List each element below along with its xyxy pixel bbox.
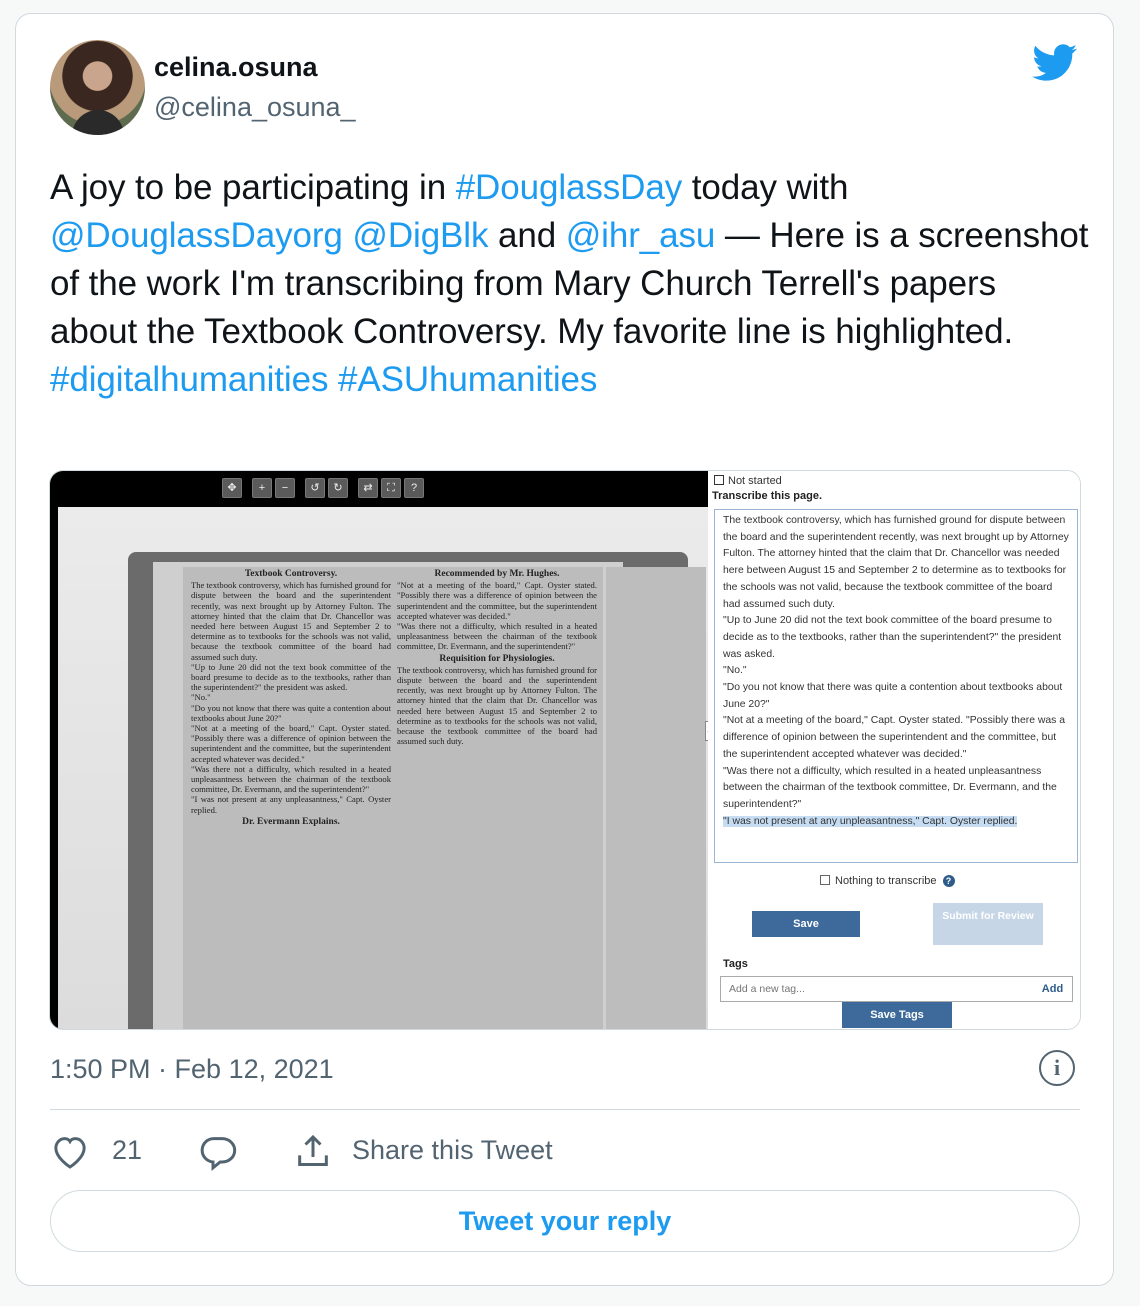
clipping-heading: Dr. Evermann Explains.	[242, 816, 340, 827]
tweet-text-segment: today with	[682, 168, 849, 207]
help-icon[interactable]: ?	[404, 478, 424, 498]
divider	[50, 1109, 1080, 1110]
transcript-paragraph: "Was there not a difficulty, which resul…	[723, 765, 1057, 810]
clipping-heading: Requisition for Physiologies.	[439, 653, 555, 664]
clipping-heading: Recommended by Mr. Hughes.	[434, 569, 560, 579]
save-tags-button[interactable]: Save Tags	[842, 1002, 952, 1028]
avatar[interactable]	[50, 40, 145, 135]
hashtag-link[interactable]: #digitalhumanities	[50, 360, 328, 399]
newspaper-scan: Textbook Controversy. The textbook contr…	[58, 507, 708, 1029]
edit-icon	[714, 475, 724, 485]
submit-for-review-button[interactable]: Submit for Review	[933, 903, 1043, 945]
status-text: Not started	[728, 475, 782, 487]
clipping-text: "No."	[191, 692, 211, 703]
add-tag-button[interactable]: Add	[1033, 976, 1073, 1002]
clipping-text: The textbook controversy, which has furn…	[191, 580, 391, 662]
share-tweet-label[interactable]: Share this Tweet	[352, 1135, 553, 1166]
clipping-text: "Was there not a difficulty, which resul…	[191, 763, 391, 795]
clipping-text: "Not at a meeting of the board," Capt. O…	[397, 580, 597, 621]
nothing-to-transcribe-checkbox[interactable]: Nothing to transcribe?	[820, 875, 955, 887]
transcript-paragraph: The textbook controversy, which has furn…	[723, 515, 1069, 610]
mention-link[interactable]: @ihr_asu	[566, 216, 716, 255]
mention-link[interactable]: @DigBlk	[352, 216, 488, 255]
tweet-media-screenshot[interactable]: ✥ + − ↺ ↻ ⇄ ⛶? Textbook Controversy. The textb…	[49, 470, 1081, 1030]
twitter-bird-icon[interactable]	[1032, 44, 1078, 82]
fullscreen-icon[interactable]: ⛶	[381, 478, 401, 498]
newspaper-clipping: Textbook Controversy. The textbook contr…	[183, 567, 603, 1029]
hashtag-link[interactable]: #ASUhumanities	[338, 360, 597, 399]
clipping-text: "Up to June 20 did not the text book com…	[191, 661, 391, 693]
reply-bubble-icon[interactable]	[198, 1132, 238, 1172]
instruction-label: Transcribe this page.	[712, 490, 823, 502]
tweet-text-segment: and	[488, 216, 566, 255]
tweet-card: celina.osuna @celina_osuna_ A joy to be …	[15, 13, 1114, 1286]
zoom-out-icon[interactable]: −	[275, 478, 295, 498]
transcript-highlighted-line: "I was not present at any unpleasantness…	[723, 815, 1018, 827]
tag-input[interactable]	[720, 976, 1034, 1002]
clipping-text: "Was there not a difficulty, which resul…	[397, 621, 597, 652]
zoom-in-icon[interactable]: +	[252, 478, 272, 498]
clipping-heading: Textbook Controversy.	[244, 569, 338, 579]
transcript-paragraph: "Not at a meeting of the board," Capt. O…	[723, 715, 1066, 760]
share-icon[interactable]	[293, 1132, 333, 1172]
viewer-toolbar: ✥ + − ↺ ↻ ⇄ ⛶?	[222, 478, 424, 500]
rotate-left-icon[interactable]: ↺	[305, 478, 325, 498]
flip-icon[interactable]: ⇄	[358, 478, 378, 498]
clipping-text: "I was not present at any unpleasantness…	[191, 794, 391, 815]
clipping-text: "Not at a meeting of the board," Capt. O…	[191, 723, 391, 764]
clipping-column-left: Textbook Controversy. The textbook contr…	[191, 567, 391, 1029]
tweet-your-reply-button[interactable]: Tweet your reply	[50, 1190, 1080, 1252]
tweet-timestamp[interactable]: 1:50 PM · Feb 12, 2021	[50, 1054, 334, 1085]
tags-label: Tags	[723, 958, 748, 970]
tweet-text-segment	[343, 216, 353, 255]
clipping-text: The textbook controversy, which has furn…	[397, 664, 597, 747]
transcript-paragraph: "Do you not know that there was quite a …	[723, 682, 1063, 710]
hashtag-link[interactable]: #DouglassDay	[456, 168, 683, 207]
tweet-text-segment: A joy to be participating in	[50, 168, 456, 207]
tweet-text: A joy to be participating in #DouglassDa…	[50, 164, 1090, 404]
transcript-paragraph: "No."	[723, 665, 747, 677]
status-label: Not started	[714, 475, 782, 487]
mention-link[interactable]: @DouglassDayorg	[50, 216, 343, 255]
rotate-right-icon[interactable]: ↻	[328, 478, 348, 498]
clipping-text: "Do you not know that there was quite a …	[191, 702, 391, 723]
image-viewer: ✥ + − ↺ ↻ ⇄ ⛶? Textbook Controversy. The textb…	[50, 471, 708, 1029]
user-display-name[interactable]: celina.osuna	[154, 52, 318, 83]
nothing-label: Nothing to transcribe	[835, 875, 937, 887]
like-heart-icon[interactable]	[50, 1132, 90, 1172]
like-count[interactable]: 21	[112, 1135, 142, 1166]
transcription-panel: Not started Transcribe this page. The te…	[708, 471, 1080, 1029]
user-handle[interactable]: @celina_osuna_	[154, 92, 356, 123]
transcription-textarea[interactable]: The textbook controversy, which has furn…	[714, 509, 1078, 863]
info-icon[interactable]: i	[1039, 1050, 1075, 1086]
transcript-paragraph: "Up to June 20 did not the text book com…	[723, 615, 1062, 660]
save-button[interactable]: Save	[752, 911, 860, 937]
tweet-text-segment	[328, 360, 338, 399]
move-icon[interactable]: ✥	[222, 478, 242, 498]
help-icon[interactable]: ?	[942, 875, 955, 887]
clipping-column-right: Recommended by Mr. Hughes. "Not at a mee…	[397, 567, 597, 1029]
